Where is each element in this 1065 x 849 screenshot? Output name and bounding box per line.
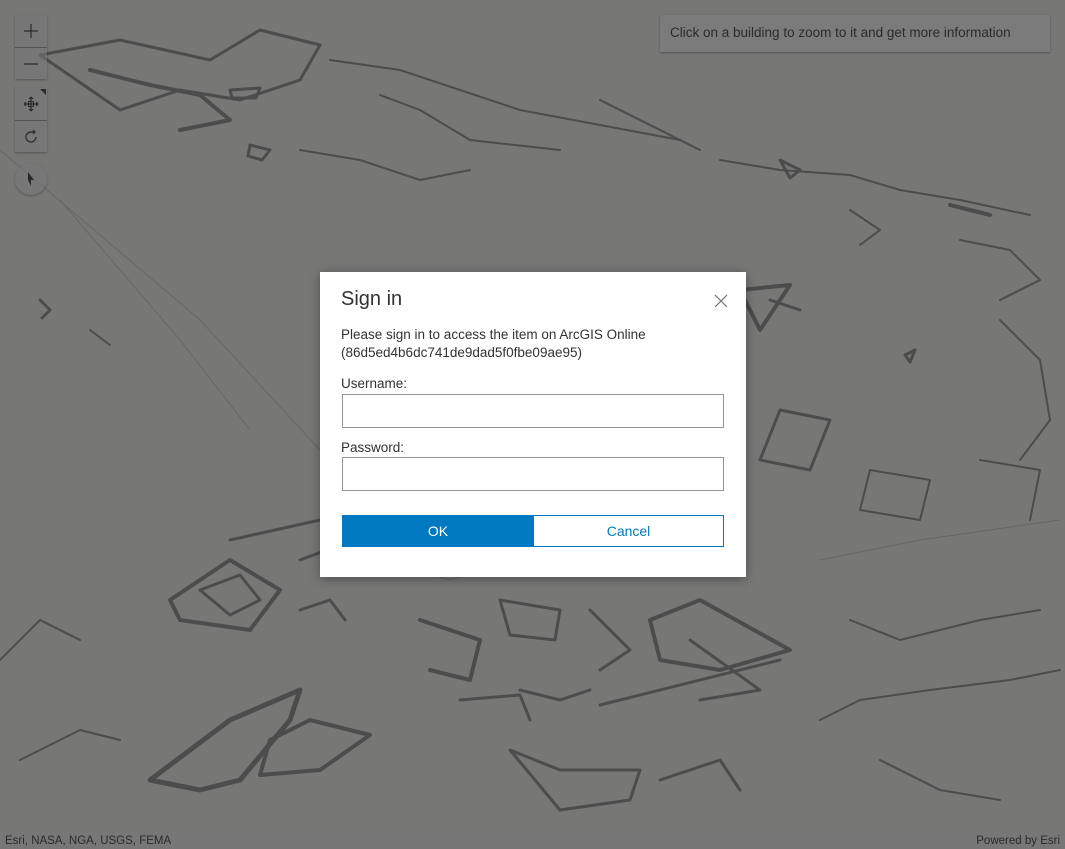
attribution-bar: Esri, NASA, NGA, USGS, FEMA Powered by E… [0, 833, 1065, 849]
close-icon[interactable] [713, 293, 729, 309]
compass-button[interactable] [15, 163, 47, 195]
username-field[interactable] [342, 394, 724, 428]
sign-in-dialog: Sign in Please sign in to access the ite… [320, 272, 746, 577]
submenu-indicator [40, 89, 46, 95]
attribution-sources[interactable]: Esri, NASA, NGA, USGS, FEMA [5, 833, 171, 849]
compass-needle-icon [28, 172, 34, 186]
zoom-in-button[interactable] [15, 15, 47, 47]
info-panel: Click on a building to zoom to it and ge… [660, 15, 1050, 52]
move-arrows-icon [23, 96, 39, 112]
rotate-mode-button[interactable] [15, 120, 47, 152]
dialog-title: Sign in [341, 288, 403, 310]
zoom-out-button[interactable] [15, 47, 47, 79]
scene-view: Click on a building to zoom to it and ge… [0, 0, 1065, 849]
dialog-message: Please sign in to access the item on Arc… [341, 327, 646, 360]
password-field[interactable] [342, 457, 724, 491]
navigation-controls [15, 88, 47, 152]
zoom-controls [15, 15, 47, 79]
pan-mode-button[interactable] [15, 88, 47, 120]
minus-icon [24, 62, 38, 65]
username-label: Username: [341, 376, 408, 391]
plus-icon [24, 24, 38, 38]
cancel-button[interactable]: Cancel [533, 515, 724, 547]
powered-by-link[interactable]: Powered by Esri [976, 833, 1060, 849]
ok-button[interactable]: OK [342, 515, 534, 547]
password-label: Password: [341, 440, 405, 455]
rotate-icon [25, 129, 37, 143]
